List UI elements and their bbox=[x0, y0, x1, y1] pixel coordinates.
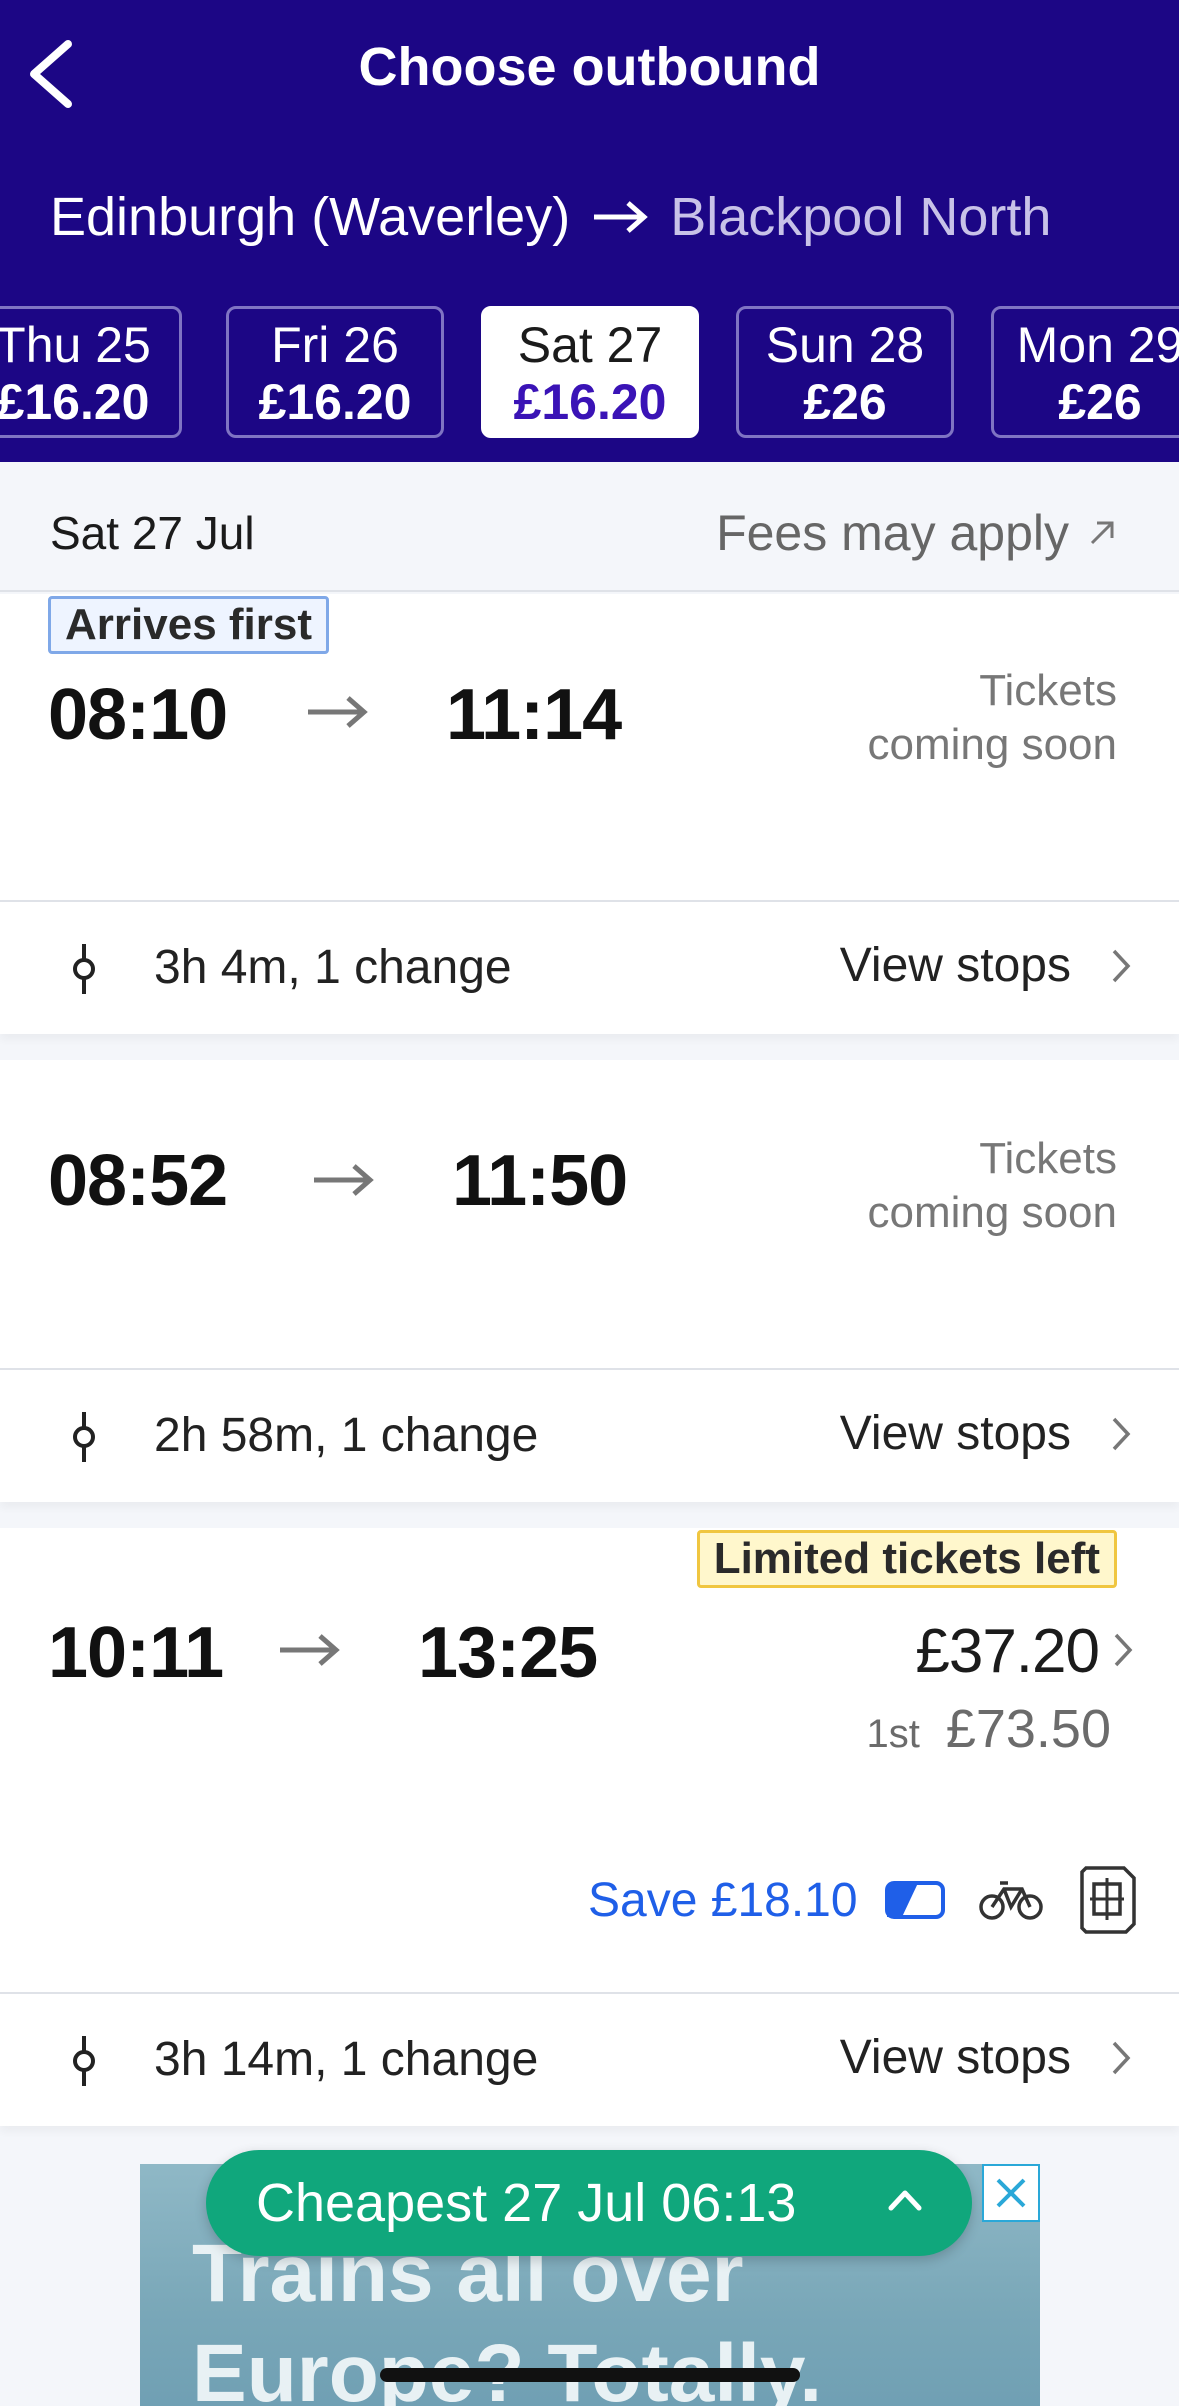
date-tab-price: £16.20 bbox=[258, 374, 412, 430]
tickets-status: Tickets coming soon bbox=[868, 1132, 1117, 1240]
journey-duration: 3h 4m, 1 change bbox=[154, 941, 512, 994]
view-stops-label: View stops bbox=[839, 2031, 1071, 2084]
railcard-icon bbox=[884, 1881, 945, 1919]
power-socket-icon bbox=[1079, 1866, 1136, 1934]
date-tab-mon-29[interactable]: Mon 29 £26 bbox=[991, 306, 1179, 438]
date-tab-sun-28[interactable]: Sun 28 £26 bbox=[736, 306, 954, 438]
first-class-amount: £73.50 bbox=[945, 1699, 1111, 1759]
date-tab-day: Sun 28 bbox=[765, 317, 925, 373]
savings-row: Save £18.10 bbox=[588, 1864, 1138, 1936]
first-class-price: 1st £73.50 bbox=[866, 1698, 1111, 1760]
selected-date: Sat 27 Jul bbox=[50, 507, 255, 559]
bicycle-icon bbox=[978, 1881, 1043, 1920]
view-stops-button[interactable]: View stops bbox=[840, 1406, 1131, 1461]
date-tab-price: £16.20 bbox=[0, 374, 150, 430]
view-stops-label: View stops bbox=[839, 1407, 1071, 1460]
ad-close-button[interactable] bbox=[982, 2164, 1040, 2222]
arrive-time: 13:25 bbox=[418, 1613, 598, 1693]
date-tab-price: £16.20 bbox=[513, 374, 667, 430]
arrive-time: 11:14 bbox=[446, 675, 622, 755]
date-tab-day: Thu 25 bbox=[0, 317, 151, 373]
view-stops-button[interactable]: View stops bbox=[840, 938, 1131, 993]
chevron-right-icon bbox=[1112, 1417, 1131, 1450]
destination-station: Blackpool North bbox=[670, 187, 1052, 247]
chevron-right-icon bbox=[1112, 2041, 1131, 2074]
depart-time: 10:11 bbox=[48, 1613, 224, 1693]
date-tab-day: Mon 29 bbox=[1016, 317, 1179, 373]
date-tab-sat-27[interactable]: Sat 27 £16.20 bbox=[481, 306, 699, 438]
chevron-right-icon bbox=[1114, 1633, 1133, 1667]
tickets-status-line: Tickets bbox=[979, 666, 1117, 715]
chevron-up-icon bbox=[888, 2190, 922, 2211]
header: Choose outbound Edinburgh (Waverley) Bla… bbox=[0, 0, 1179, 462]
tickets-status-line: Tickets bbox=[979, 1134, 1117, 1183]
date-tab-price: £26 bbox=[803, 374, 887, 430]
journey-card[interactable]: Arrives first 08:10 11:14 Tickets coming… bbox=[0, 594, 1179, 900]
standard-price: £37.20 bbox=[915, 1617, 1100, 1686]
route-change-icon bbox=[73, 2036, 95, 2086]
limited-tickets-badge: Limited tickets left bbox=[696, 1530, 1117, 1588]
date-tab-day: Fri 26 bbox=[271, 317, 399, 373]
cheapest-fare-button[interactable]: Cheapest 27 Jul 06:13 bbox=[206, 2150, 972, 2256]
chevron-right-icon bbox=[1112, 949, 1131, 982]
arrow-right-icon bbox=[594, 201, 648, 233]
date-tab-thu-25[interactable]: Thu 25 £16.20 bbox=[0, 306, 182, 438]
depart-time: 08:52 bbox=[48, 1141, 228, 1221]
arrive-time: 11:50 bbox=[452, 1141, 628, 1221]
date-tab-fri-26[interactable]: Fri 26 £16.20 bbox=[226, 306, 444, 438]
journey-summary-row[interactable]: 3h 14m, 1 change View stops bbox=[0, 1992, 1179, 2126]
arrives-first-badge: Arrives first bbox=[48, 596, 330, 654]
tickets-status: Tickets coming soon bbox=[868, 664, 1117, 772]
arrow-right-icon bbox=[280, 1634, 340, 1666]
first-class-label: 1st bbox=[866, 1712, 920, 1756]
external-arrow-icon bbox=[1090, 521, 1114, 545]
ad-line: Europe? Totally. bbox=[192, 2328, 823, 2406]
origin-station: Edinburgh (Waverley) bbox=[50, 187, 571, 247]
arrow-right-icon bbox=[314, 1164, 374, 1196]
route-change-icon bbox=[73, 1412, 95, 1462]
view-stops-button[interactable]: View stops bbox=[840, 2030, 1131, 2085]
journey-card[interactable]: Limited tickets left 10:11 13:25 £37.20 … bbox=[0, 1528, 1179, 1992]
journey-card[interactable]: 08:52 11:50 Tickets coming soon bbox=[0, 1060, 1179, 1368]
route-change-icon bbox=[73, 944, 95, 994]
journey-duration: 3h 14m, 1 change bbox=[154, 2033, 539, 2086]
fees-link[interactable]: Fees may apply bbox=[716, 504, 1117, 562]
depart-time: 08:10 bbox=[48, 675, 228, 755]
tickets-status-line: coming soon bbox=[867, 720, 1117, 769]
cheapest-fare-label: Cheapest 27 Jul 06:13 bbox=[256, 2173, 797, 2233]
date-tab-price: £26 bbox=[1058, 374, 1142, 430]
journey-duration: 2h 58m, 1 change bbox=[154, 1409, 539, 1462]
view-stops-label: View stops bbox=[839, 939, 1071, 992]
page-title: Choose outbound bbox=[358, 37, 821, 97]
journey-summary-row[interactable]: 2h 58m, 1 change View stops bbox=[0, 1368, 1179, 1502]
close-icon bbox=[996, 2178, 1026, 2208]
tickets-status-line: coming soon bbox=[867, 1188, 1117, 1237]
fees-label: Fees may apply bbox=[716, 505, 1069, 561]
date-tab-day: Sat 27 bbox=[517, 317, 663, 373]
save-amount: Save £18.10 bbox=[588, 1873, 858, 1927]
route: Edinburgh (Waverley) Blackpool North bbox=[50, 182, 1051, 252]
day-row: Sat 27 Jul Fees may apply bbox=[0, 462, 1179, 592]
journey-summary-row[interactable]: 3h 4m, 1 change View stops bbox=[0, 900, 1179, 1034]
home-indicator[interactable] bbox=[380, 2368, 800, 2382]
arrow-right-icon bbox=[308, 696, 368, 728]
